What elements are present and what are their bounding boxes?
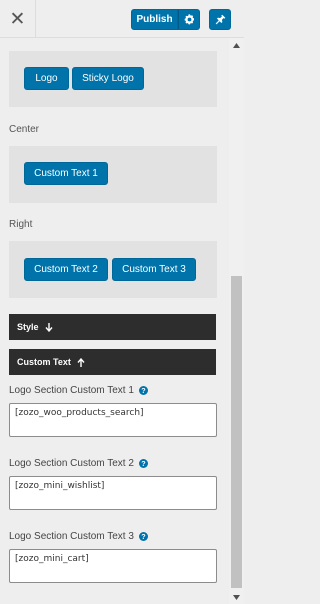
custom-text-2-item-button[interactable]: Custom Text 2 xyxy=(24,258,108,281)
logo-item-button[interactable]: Logo xyxy=(24,67,69,90)
svg-text:?: ? xyxy=(141,459,145,468)
custom-text-2-label-text: Logo Section Custom Text 2 xyxy=(9,458,134,469)
scrollbar-thumb[interactable] xyxy=(231,276,242,588)
right-zone: Custom Text 2 Custom Text 3 xyxy=(9,241,217,298)
center-zone-label: Center xyxy=(9,124,40,135)
publish-settings-button[interactable] xyxy=(178,9,200,30)
pin-button[interactable] xyxy=(209,9,231,30)
help-icon[interactable]: ? xyxy=(138,459,148,468)
close-button[interactable]: ✕ xyxy=(0,0,36,38)
help-icon[interactable]: ? xyxy=(138,532,148,541)
custom-text-2-label: Logo Section Custom Text 2 ? xyxy=(9,458,148,469)
right-zone-label: Right xyxy=(9,219,33,230)
scrollbar[interactable] xyxy=(229,38,244,604)
custom-text-3-label-text: Logo Section Custom Text 3 xyxy=(9,531,134,542)
custom-text-1-label-text: Logo Section Custom Text 1 xyxy=(9,385,134,396)
custom-text-1-label: Logo Section Custom Text 1 ? xyxy=(9,385,148,396)
style-accordion-label: Style xyxy=(17,322,39,332)
help-icon[interactable]: ? xyxy=(138,386,148,395)
svg-text:?: ? xyxy=(141,386,145,395)
custom-text-1-item-button[interactable]: Custom Text 1 xyxy=(24,162,108,185)
publish-button[interactable]: Publish xyxy=(131,9,178,30)
custom-text-3-item-button[interactable]: Custom Text 3 xyxy=(112,258,196,281)
sticky-logo-item-button[interactable]: Sticky Logo xyxy=(72,67,144,90)
gear-icon xyxy=(184,14,194,25)
left-zone: Logo Sticky Logo xyxy=(9,51,217,107)
custom-text-accordion[interactable]: Custom Text xyxy=(9,349,216,375)
style-accordion[interactable]: Style xyxy=(9,314,216,340)
custom-text-3-field[interactable] xyxy=(9,549,217,583)
custom-text-2-field[interactable] xyxy=(9,476,217,510)
custom-text-3-label: Logo Section Custom Text 3 ? xyxy=(9,531,148,542)
custom-text-accordion-label: Custom Text xyxy=(17,357,71,367)
customizer-panel: Logo Sticky Logo Center Custom Text 1 Ri… xyxy=(0,38,244,604)
customizer-header: ✕ Publish xyxy=(0,0,244,38)
arrow-down-icon xyxy=(44,322,53,332)
custom-text-1-field[interactable] xyxy=(9,403,217,437)
scroll-down-arrow[interactable] xyxy=(229,590,244,604)
scroll-up-arrow[interactable] xyxy=(229,38,244,52)
svg-text:?: ? xyxy=(141,532,145,541)
center-zone: Custom Text 1 xyxy=(9,146,217,203)
close-icon: ✕ xyxy=(9,8,26,30)
arrow-up-icon xyxy=(77,357,85,367)
pin-icon xyxy=(215,14,225,25)
